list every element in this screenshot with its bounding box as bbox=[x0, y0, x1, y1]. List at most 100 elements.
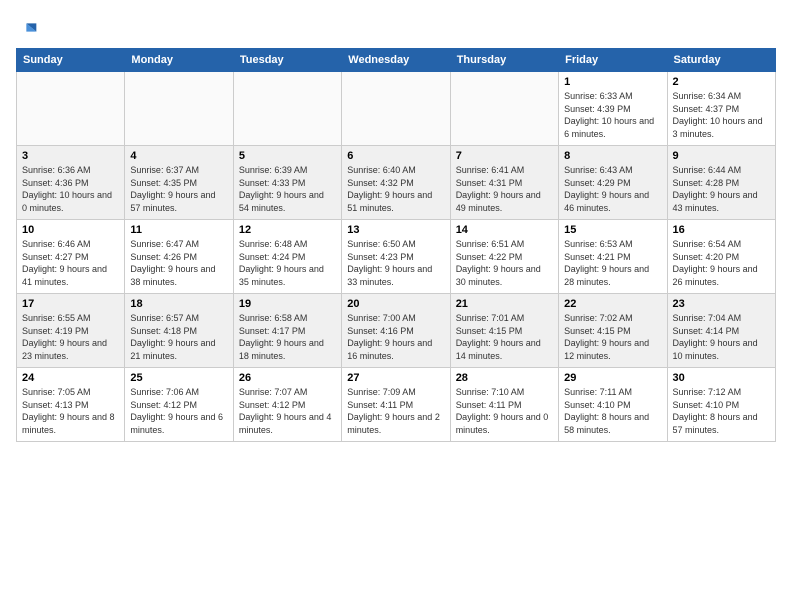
day-number: 18 bbox=[130, 298, 227, 310]
day-info: Sunrise: 7:10 AMSunset: 4:11 PMDaylight:… bbox=[456, 386, 553, 436]
calendar-week-row: 1 Sunrise: 6:33 AMSunset: 4:39 PMDaylight… bbox=[17, 72, 776, 146]
day-info: Sunrise: 6:47 AMSunset: 4:26 PMDaylight:… bbox=[130, 238, 227, 288]
day-number: 21 bbox=[456, 298, 553, 310]
day-info: Sunrise: 6:41 AMSunset: 4:31 PMDaylight:… bbox=[456, 164, 553, 214]
calendar-cell: 11 Sunrise: 6:47 AMSunset: 4:26 PMDayligh… bbox=[125, 220, 233, 294]
logo bbox=[16, 16, 38, 38]
day-number: 9 bbox=[673, 150, 770, 162]
day-info: Sunrise: 7:04 AMSunset: 4:14 PMDaylight:… bbox=[673, 312, 770, 362]
calendar-cell: 9 Sunrise: 6:44 AMSunset: 4:28 PMDaylight… bbox=[667, 146, 775, 220]
day-info: Sunrise: 7:11 AMSunset: 4:10 PMDaylight:… bbox=[564, 386, 661, 436]
day-info: Sunrise: 6:44 AMSunset: 4:28 PMDaylight:… bbox=[673, 164, 770, 214]
day-info: Sunrise: 7:02 AMSunset: 4:15 PMDaylight:… bbox=[564, 312, 661, 362]
day-info: Sunrise: 6:55 AMSunset: 4:19 PMDaylight:… bbox=[22, 312, 119, 362]
day-number: 20 bbox=[347, 298, 444, 310]
day-info: Sunrise: 6:48 AMSunset: 4:24 PMDaylight:… bbox=[239, 238, 336, 288]
day-number: 23 bbox=[673, 298, 770, 310]
calendar-cell: 25 Sunrise: 7:06 AMSunset: 4:12 PMDayligh… bbox=[125, 368, 233, 442]
calendar-cell: 17 Sunrise: 6:55 AMSunset: 4:19 PMDayligh… bbox=[17, 294, 125, 368]
calendar-cell: 1 Sunrise: 6:33 AMSunset: 4:39 PMDaylight… bbox=[559, 72, 667, 146]
calendar-cell: 5 Sunrise: 6:39 AMSunset: 4:33 PMDaylight… bbox=[233, 146, 341, 220]
calendar-cell: 15 Sunrise: 6:53 AMSunset: 4:21 PMDayligh… bbox=[559, 220, 667, 294]
calendar-cell: 21 Sunrise: 7:01 AMSunset: 4:15 PMDayligh… bbox=[450, 294, 558, 368]
col-header-wednesday: Wednesday bbox=[342, 49, 450, 72]
day-info: Sunrise: 7:06 AMSunset: 4:12 PMDaylight:… bbox=[130, 386, 227, 436]
calendar-table: SundayMondayTuesdayWednesdayThursdayFrid… bbox=[16, 48, 776, 442]
logo-icon bbox=[18, 20, 38, 40]
calendar-week-row: 3Sunrise: 6:36 AMSunset: 4:36 PMDaylight… bbox=[17, 146, 776, 220]
calendar-cell: 7Sunrise: 6:41 AMSunset: 4:31 PMDaylight… bbox=[450, 146, 558, 220]
calendar-week-row: 10 Sunrise: 6:46 AMSunset: 4:27 PMDayligh… bbox=[17, 220, 776, 294]
day-number: 19 bbox=[239, 298, 336, 310]
calendar-cell: 2Sunrise: 6:34 AMSunset: 4:37 PMDaylight… bbox=[667, 72, 775, 146]
day-number: 16 bbox=[673, 224, 770, 236]
day-info: Sunrise: 7:00 AMSunset: 4:16 PMDaylight:… bbox=[347, 312, 444, 362]
day-number: 1 bbox=[564, 76, 661, 88]
calendar-cell bbox=[450, 72, 558, 146]
day-number: 11 bbox=[130, 224, 227, 236]
page-header bbox=[16, 16, 776, 38]
col-header-sunday: Sunday bbox=[17, 49, 125, 72]
day-number: 30 bbox=[673, 372, 770, 384]
day-number: 25 bbox=[130, 372, 227, 384]
day-number: 10 bbox=[22, 224, 119, 236]
day-info: Sunrise: 6:40 AMSunset: 4:32 PMDaylight:… bbox=[347, 164, 444, 214]
calendar-cell bbox=[342, 72, 450, 146]
calendar-cell: 20 Sunrise: 7:00 AMSunset: 4:16 PMDayligh… bbox=[342, 294, 450, 368]
calendar-cell: 19 Sunrise: 6:58 AMSunset: 4:17 PMDayligh… bbox=[233, 294, 341, 368]
day-info: Sunrise: 6:54 AMSunset: 4:20 PMDaylight:… bbox=[673, 238, 770, 288]
day-number: 26 bbox=[239, 372, 336, 384]
calendar-cell: 28 Sunrise: 7:10 AMSunset: 4:11 PMDayligh… bbox=[450, 368, 558, 442]
calendar-cell: 6 Sunrise: 6:40 AMSunset: 4:32 PMDaylight… bbox=[342, 146, 450, 220]
day-number: 15 bbox=[564, 224, 661, 236]
day-number: 17 bbox=[22, 298, 119, 310]
day-number: 5 bbox=[239, 150, 336, 162]
calendar-cell bbox=[125, 72, 233, 146]
calendar-cell: 10 Sunrise: 6:46 AMSunset: 4:27 PMDayligh… bbox=[17, 220, 125, 294]
calendar-header-row: SundayMondayTuesdayWednesdayThursdayFrid… bbox=[17, 49, 776, 72]
day-number: 24 bbox=[22, 372, 119, 384]
calendar-cell: 4 Sunrise: 6:37 AMSunset: 4:35 PMDaylight… bbox=[125, 146, 233, 220]
day-info: Sunrise: 6:58 AMSunset: 4:17 PMDaylight:… bbox=[239, 312, 336, 362]
day-info: Sunrise: 6:33 AMSunset: 4:39 PMDaylight:… bbox=[564, 90, 661, 140]
day-info: Sunrise: 7:05 AMSunset: 4:13 PMDaylight:… bbox=[22, 386, 119, 436]
calendar-cell: 26 Sunrise: 7:07 AMSunset: 4:12 PMDayligh… bbox=[233, 368, 341, 442]
day-info: Sunrise: 7:09 AMSunset: 4:11 PMDaylight:… bbox=[347, 386, 444, 436]
calendar-cell bbox=[233, 72, 341, 146]
calendar-cell: 8Sunrise: 6:43 AMSunset: 4:29 PMDaylight… bbox=[559, 146, 667, 220]
calendar-cell: 23 Sunrise: 7:04 AMSunset: 4:14 PMDayligh… bbox=[667, 294, 775, 368]
calendar-cell: 27Sunrise: 7:09 AMSunset: 4:11 PMDayligh… bbox=[342, 368, 450, 442]
day-number: 12 bbox=[239, 224, 336, 236]
day-number: 3 bbox=[22, 150, 119, 162]
col-header-thursday: Thursday bbox=[450, 49, 558, 72]
col-header-tuesday: Tuesday bbox=[233, 49, 341, 72]
day-info: Sunrise: 6:57 AMSunset: 4:18 PMDaylight:… bbox=[130, 312, 227, 362]
calendar-cell: 12 Sunrise: 6:48 AMSunset: 4:24 PMDayligh… bbox=[233, 220, 341, 294]
calendar-week-row: 17 Sunrise: 6:55 AMSunset: 4:19 PMDayligh… bbox=[17, 294, 776, 368]
day-info: Sunrise: 6:50 AMSunset: 4:23 PMDaylight:… bbox=[347, 238, 444, 288]
day-info: Sunrise: 7:07 AMSunset: 4:12 PMDaylight:… bbox=[239, 386, 336, 436]
calendar-cell: 14 Sunrise: 6:51 AMSunset: 4:22 PMDayligh… bbox=[450, 220, 558, 294]
col-header-friday: Friday bbox=[559, 49, 667, 72]
day-info: Sunrise: 7:01 AMSunset: 4:15 PMDaylight:… bbox=[456, 312, 553, 362]
calendar-week-row: 24 Sunrise: 7:05 AMSunset: 4:13 PMDayligh… bbox=[17, 368, 776, 442]
day-number: 14 bbox=[456, 224, 553, 236]
calendar-cell: 3Sunrise: 6:36 AMSunset: 4:36 PMDaylight… bbox=[17, 146, 125, 220]
day-number: 29 bbox=[564, 372, 661, 384]
day-number: 28 bbox=[456, 372, 553, 384]
calendar-cell: 13 Sunrise: 6:50 AMSunset: 4:23 PMDayligh… bbox=[342, 220, 450, 294]
col-header-saturday: Saturday bbox=[667, 49, 775, 72]
day-number: 6 bbox=[347, 150, 444, 162]
day-info: Sunrise: 6:51 AMSunset: 4:22 PMDaylight:… bbox=[456, 238, 553, 288]
day-info: Sunrise: 6:46 AMSunset: 4:27 PMDaylight:… bbox=[22, 238, 119, 288]
calendar-cell bbox=[17, 72, 125, 146]
day-number: 4 bbox=[130, 150, 227, 162]
day-info: Sunrise: 6:39 AMSunset: 4:33 PMDaylight:… bbox=[239, 164, 336, 214]
day-info: Sunrise: 6:53 AMSunset: 4:21 PMDaylight:… bbox=[564, 238, 661, 288]
calendar-cell: 18 Sunrise: 6:57 AMSunset: 4:18 PMDayligh… bbox=[125, 294, 233, 368]
day-number: 13 bbox=[347, 224, 444, 236]
col-header-monday: Monday bbox=[125, 49, 233, 72]
calendar-cell: 16 Sunrise: 6:54 AMSunset: 4:20 PMDayligh… bbox=[667, 220, 775, 294]
day-info: Sunrise: 6:37 AMSunset: 4:35 PMDaylight:… bbox=[130, 164, 227, 214]
calendar-cell: 24 Sunrise: 7:05 AMSunset: 4:13 PMDayligh… bbox=[17, 368, 125, 442]
